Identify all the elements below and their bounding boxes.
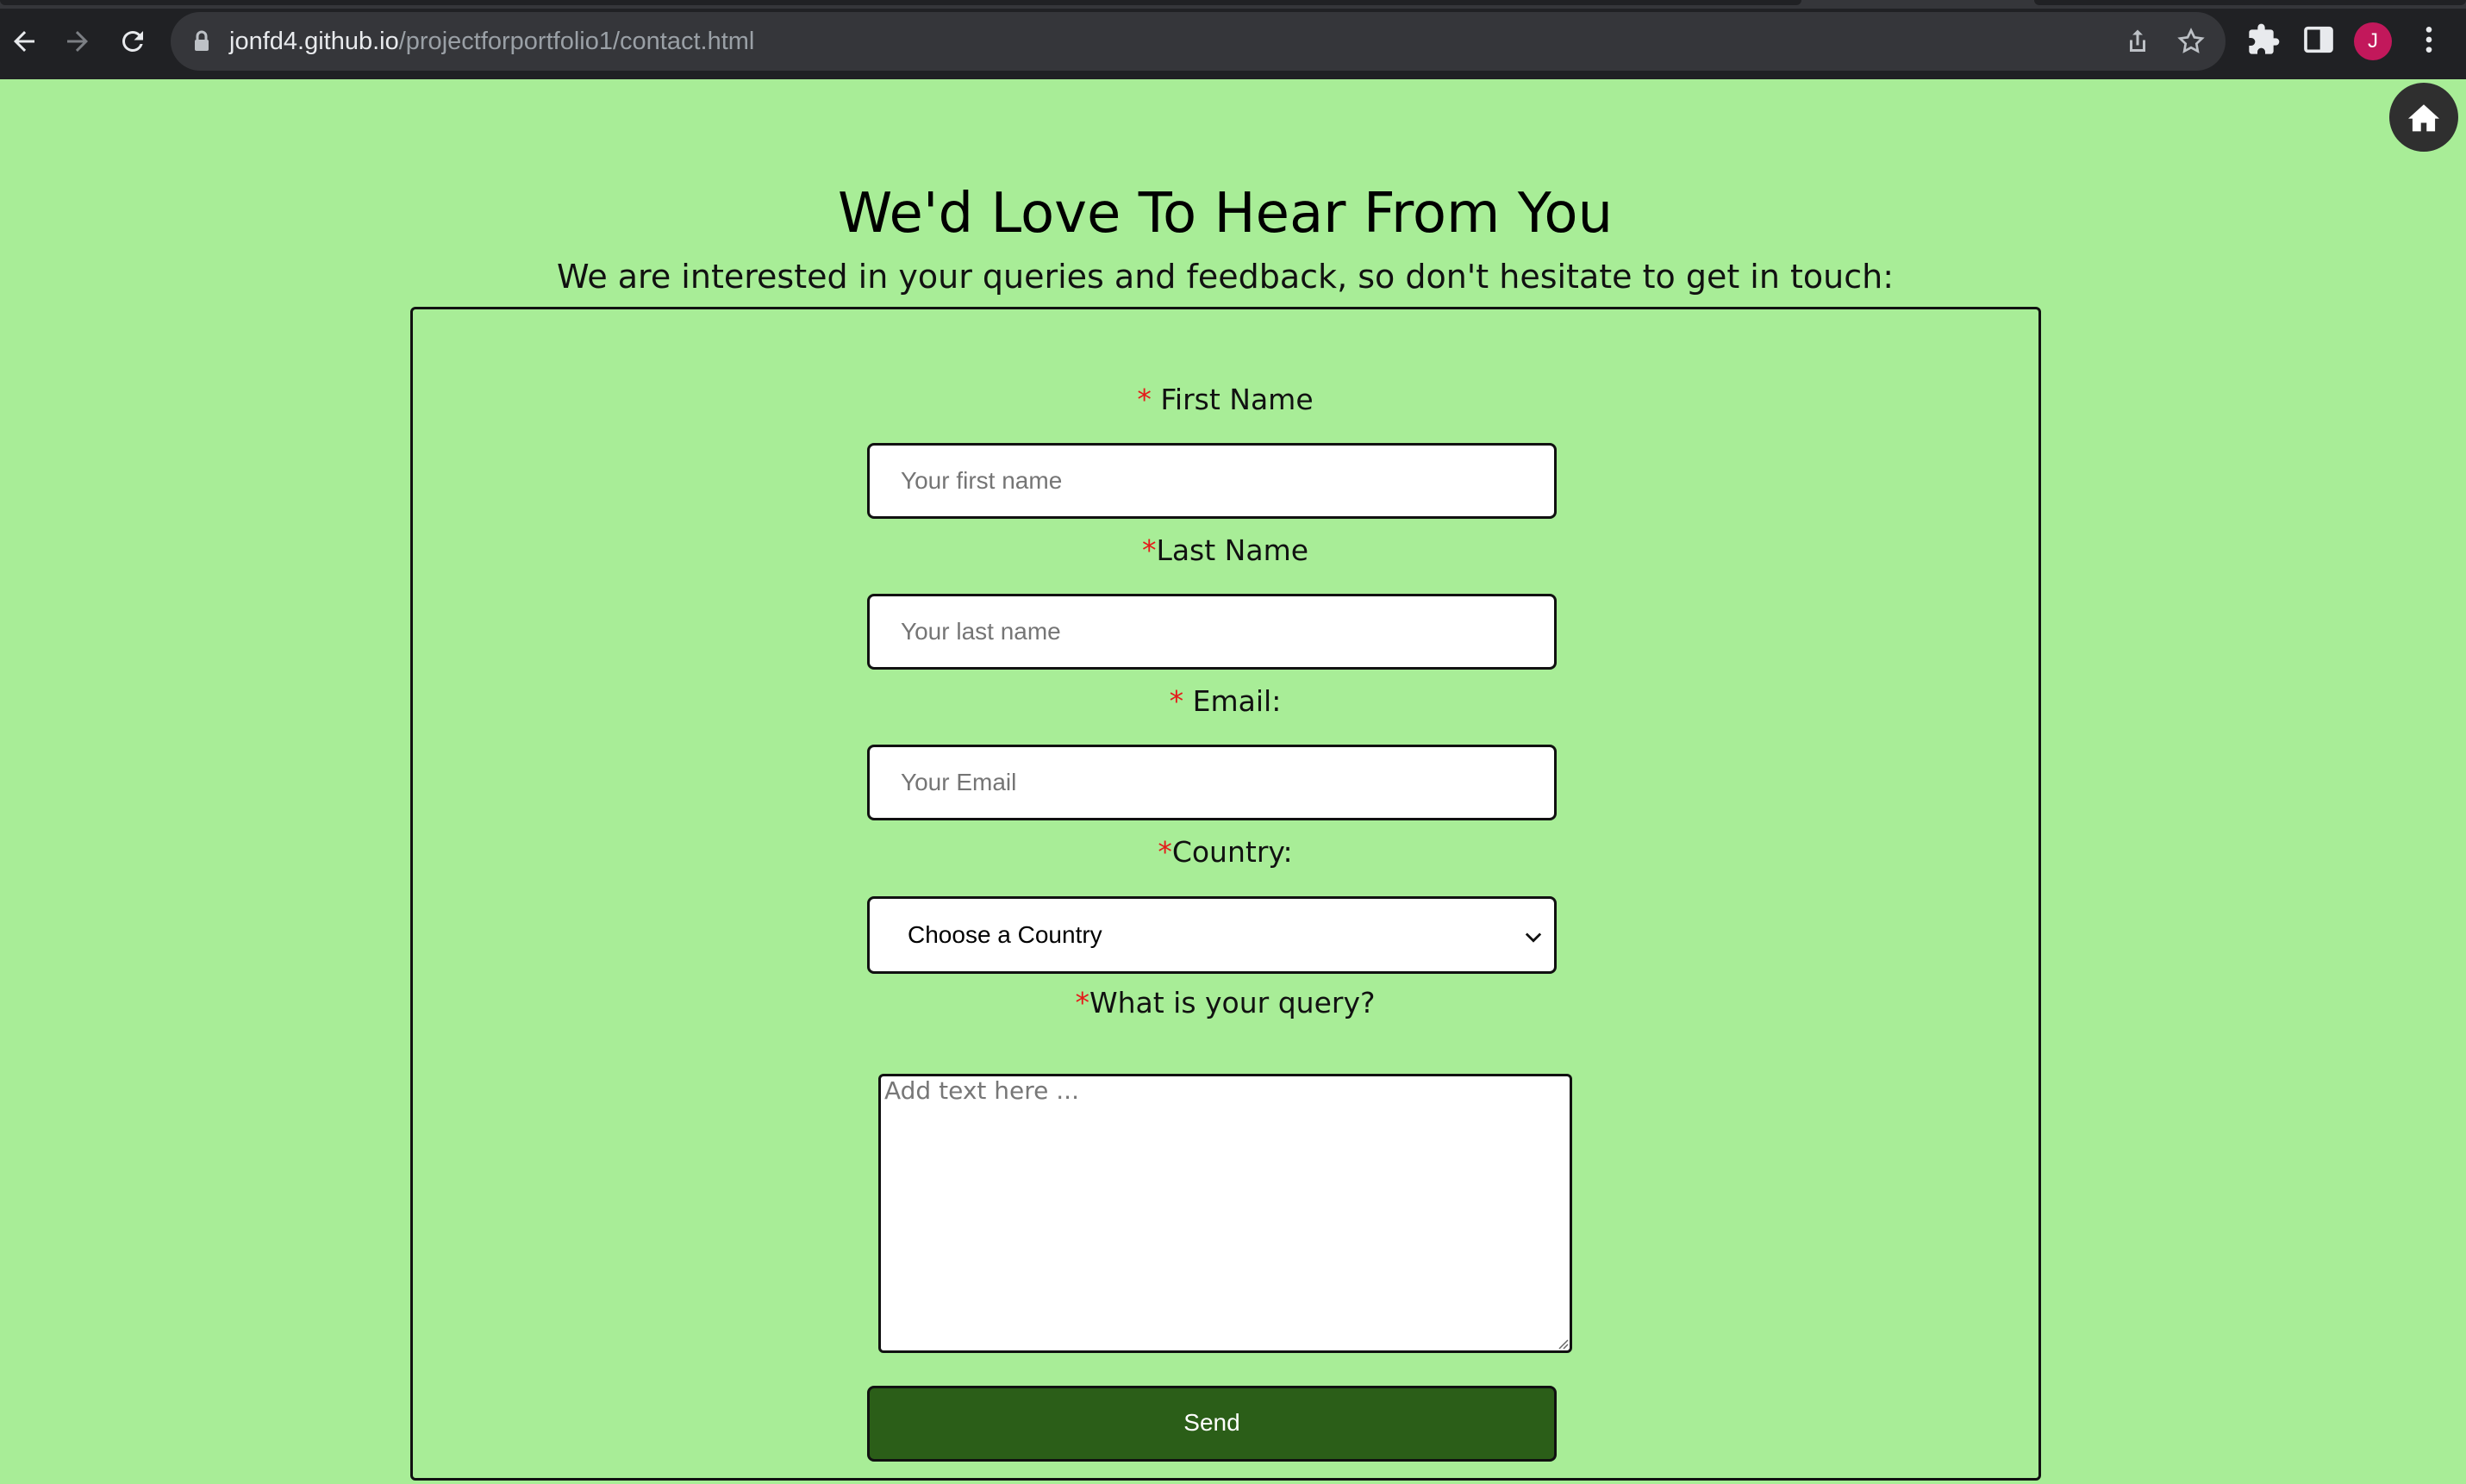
tab-edge	[2034, 0, 2466, 5]
required-mark: *	[1158, 835, 1172, 869]
query-textarea[interactable]	[878, 1074, 1572, 1353]
lock-icon	[195, 30, 209, 51]
browser-toolbar: jonfd4.github.io/projectforportfolio1/co…	[0, 0, 2466, 79]
first-name-label-text: First Name	[1151, 383, 1314, 416]
country-label: *Country:	[0, 833, 2450, 871]
reload-button[interactable]	[110, 19, 155, 64]
first-name-label: * First Name	[0, 381, 2450, 419]
reload-icon	[122, 30, 143, 52]
send-button[interactable]: Send	[867, 1386, 1557, 1462]
email-label-text: Email:	[1183, 684, 1282, 718]
tab-edge	[0, 0, 1801, 5]
chevron-down-icon	[1525, 932, 1542, 943]
back-icon	[14, 31, 34, 52]
required-mark: *	[1141, 533, 1157, 567]
star-icon[interactable]	[2176, 26, 2207, 57]
forward-button[interactable]	[55, 19, 100, 64]
forward-icon	[67, 31, 88, 52]
profile-avatar[interactable]: J	[2354, 22, 2392, 60]
email-input[interactable]	[867, 745, 1557, 820]
extensions-icon[interactable]	[2246, 22, 2281, 57]
page-subtitle: We are interested in your queries and fe…	[556, 258, 1895, 296]
required-mark: *	[1169, 684, 1184, 718]
url-host: jonfd4.github.io	[229, 28, 399, 55]
url-path: /projectforportfolio1/contact.html	[398, 28, 755, 55]
query-label-text: What is your query?	[1089, 986, 1376, 1019]
url-text[interactable]: jonfd4.github.io/projectforportfolio1/co…	[229, 24, 754, 59]
last-name-label: *Last Name	[0, 532, 2450, 570]
required-mark: *	[1137, 383, 1152, 416]
email-label: * Email:	[0, 683, 2450, 720]
menu-icon[interactable]	[2412, 22, 2446, 57]
last-name-input[interactable]	[867, 594, 1557, 670]
side-panel-icon[interactable]	[2301, 22, 2336, 57]
last-name-label-text: Last Name	[1156, 533, 1309, 567]
country-select[interactable]: Choose a Country	[867, 896, 1557, 974]
share-icon[interactable]	[2122, 26, 2153, 57]
home-button[interactable]	[2389, 83, 2458, 152]
page-title: We'd Love To Hear From You	[837, 182, 1614, 246]
home-icon	[2408, 104, 2439, 132]
tab-strip-edge	[0, 0, 2466, 9]
country-selected-value: Choose a Country	[908, 921, 1102, 948]
required-mark: *	[1075, 986, 1089, 1019]
first-name-input[interactable]	[867, 443, 1557, 519]
back-button[interactable]	[2, 19, 47, 64]
address-bar[interactable]: jonfd4.github.io/projectforportfolio1/co…	[171, 12, 2226, 71]
query-label: *What is your query?	[0, 984, 2450, 1022]
country-label-text: Country:	[1171, 835, 1293, 869]
